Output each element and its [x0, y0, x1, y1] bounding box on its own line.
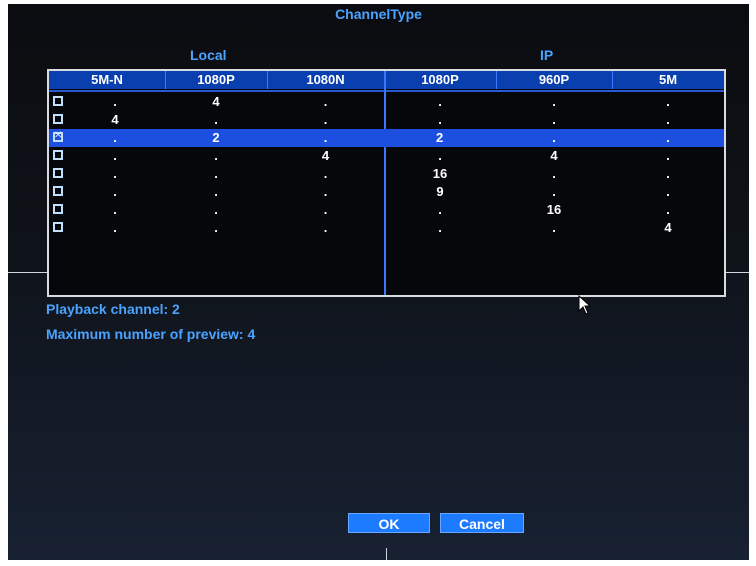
table-row[interactable]: . . . 9 . .: [49, 183, 724, 201]
table-cell: .: [552, 94, 556, 109]
table-cell: .: [438, 202, 442, 217]
channel-table: 5M-N 1080P 1080N 1080P 960P 5M . 4 . . .…: [47, 69, 726, 297]
dialog-title: ChannelType: [335, 6, 422, 22]
table-cell: 9: [436, 184, 444, 199]
table-cell: .: [552, 130, 556, 145]
column-header-ip-1080p: 1080P: [384, 71, 496, 89]
table-cell: .: [323, 112, 328, 127]
background-line-right: [724, 272, 749, 273]
row-checkbox-checked[interactable]: [53, 130, 63, 142]
table-cell: 4: [664, 220, 672, 235]
table-cell: .: [323, 220, 328, 235]
table-cell: 4: [111, 112, 119, 127]
table-cell: .: [438, 112, 442, 127]
table-cell: .: [323, 94, 328, 109]
table-cell: 4: [321, 148, 330, 163]
table-cell: .: [113, 184, 117, 199]
background-line-bottom: [386, 548, 387, 560]
table-cell: .: [323, 130, 328, 145]
table-cell: .: [214, 112, 218, 127]
column-header-5m: 5M: [612, 71, 724, 89]
group-label-local: Local: [190, 47, 227, 63]
header-underline: [49, 90, 724, 92]
table-cell: .: [552, 184, 556, 199]
table-cell: .: [113, 94, 117, 109]
column-header-5m-n: 5M-N: [49, 71, 165, 89]
table-cell: .: [113, 166, 117, 181]
header-separator: [267, 71, 268, 89]
table-row[interactable]: . . 4 . 4 .: [49, 147, 724, 165]
mouse-pointer-icon: [578, 295, 592, 315]
table-cell: .: [323, 166, 328, 181]
row-checkbox[interactable]: [53, 96, 63, 106]
header-separator: [165, 71, 166, 89]
max-preview-text: Maximum number of preview: 4: [46, 326, 256, 342]
table-cell: 2: [212, 130, 220, 145]
table-cell: .: [323, 202, 328, 217]
table-cell: .: [438, 220, 442, 235]
table-cell: .: [666, 184, 670, 199]
table-cell: 16: [432, 166, 448, 181]
table-cell: .: [666, 166, 670, 181]
table-cell: .: [214, 202, 218, 217]
table-cell: .: [214, 148, 218, 163]
table-cell: 4: [212, 94, 220, 109]
table-row[interactable]: 4 . . . . .: [49, 111, 724, 129]
table-cell: .: [214, 166, 218, 181]
table-cell: .: [666, 112, 670, 127]
table-row-selected[interactable]: . 2 . 2 . .: [49, 129, 724, 147]
table-cell: 4: [550, 148, 558, 163]
row-checkbox[interactable]: [53, 222, 63, 232]
table-row[interactable]: . 4 . . . .: [49, 93, 724, 111]
row-checkbox[interactable]: [53, 204, 63, 214]
header-separator: [496, 71, 497, 89]
row-checkbox[interactable]: [53, 168, 63, 178]
table-cell: .: [214, 220, 218, 235]
table-cell: .: [552, 112, 556, 127]
table-cell: .: [113, 202, 117, 217]
ok-button[interactable]: OK: [348, 513, 430, 533]
header-separator: [612, 71, 613, 89]
background-line-left: [8, 272, 47, 273]
channel-type-dialog: ChannelType Local IP 5M-N 1080P 1080N 10…: [8, 4, 749, 560]
table-cell: .: [113, 148, 117, 163]
cancel-button[interactable]: Cancel: [440, 513, 524, 533]
row-checkbox[interactable]: [53, 114, 63, 124]
table-cell: .: [113, 220, 117, 235]
group-label-ip: IP: [540, 47, 554, 63]
table-cell: .: [113, 130, 117, 145]
column-header-1080n: 1080N: [267, 71, 384, 89]
table-cell: .: [666, 148, 670, 163]
table-cell: .: [214, 184, 218, 199]
row-checkbox[interactable]: [53, 186, 63, 196]
table-cell: .: [323, 184, 328, 199]
table-cell: .: [552, 220, 556, 235]
table-row[interactable]: . . . . 16 .: [49, 201, 724, 219]
playback-channel-text: Playback channel: 2: [46, 301, 180, 317]
table-row[interactable]: . . . . . 4: [49, 219, 724, 237]
table-cell: 16: [546, 202, 562, 217]
table-cell: .: [666, 202, 670, 217]
table-cell: .: [666, 94, 670, 109]
table-cell: .: [438, 148, 442, 163]
table-cell: .: [552, 166, 556, 181]
table-cell: 2: [436, 130, 444, 145]
column-header-960p: 960P: [496, 71, 612, 89]
table-cell: .: [666, 130, 670, 145]
column-header-local-1080p: 1080P: [165, 71, 267, 89]
table-cell: .: [438, 94, 442, 109]
table-row[interactable]: . . . 16 . .: [49, 165, 724, 183]
row-checkbox[interactable]: [53, 150, 63, 160]
